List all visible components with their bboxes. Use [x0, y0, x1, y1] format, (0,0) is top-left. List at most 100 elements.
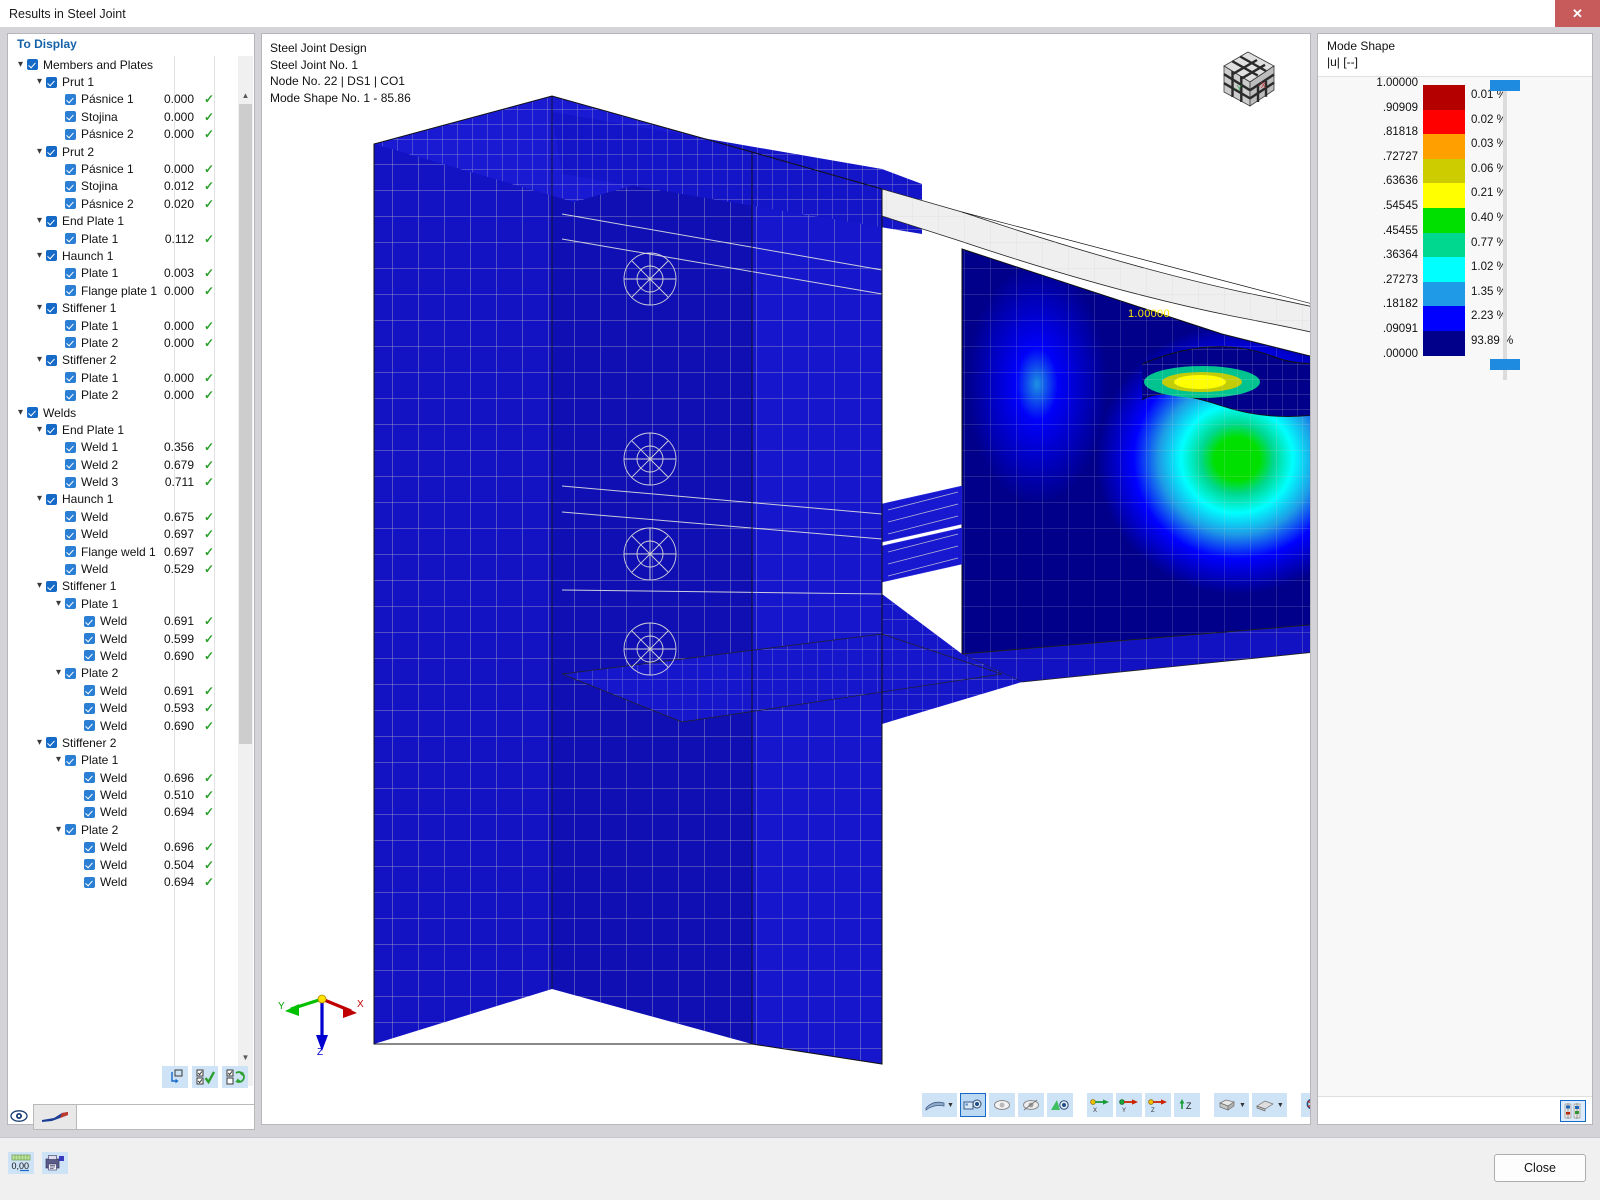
tree-row[interactable]: Plate 1 0.000 ✓ [8, 369, 236, 386]
display-wireframe-button[interactable] [988, 1093, 1015, 1117]
tree-checkbox[interactable] [84, 650, 95, 662]
tree-checkbox[interactable] [84, 772, 95, 784]
view-in-z-button[interactable]: Z [1144, 1093, 1171, 1117]
chevron-down-icon[interactable]: ▼ [1277, 1102, 1284, 1109]
legend-range-slider-lower-handle[interactable] [1490, 359, 1520, 370]
tree-row[interactable]: Pásnice 2 0.000 ✓ [8, 126, 236, 143]
decimal-places-button[interactable]: 0,00 [8, 1152, 34, 1174]
result-diagram-icon[interactable] [33, 1104, 77, 1130]
chevron-down-icon[interactable] [52, 755, 65, 765]
tree-row[interactable]: Weld 0.694 ✓ [8, 873, 236, 890]
tree-checkbox[interactable] [65, 180, 76, 192]
tree-row[interactable]: Weld 0.691 ✓ [8, 613, 236, 630]
tree-checkbox[interactable] [65, 267, 76, 279]
projection-mode-dropdown[interactable]: ▼ [1213, 1093, 1249, 1117]
tree-row[interactable]: Weld 0.599 ✓ [8, 630, 236, 647]
chevron-down-icon[interactable]: ▼ [1239, 1102, 1246, 1109]
tree-checkbox[interactable] [65, 372, 76, 384]
tree-checkbox[interactable] [84, 841, 95, 853]
tree-checkbox[interactable] [46, 580, 57, 592]
chevron-down-icon[interactable] [33, 216, 46, 226]
tree-row[interactable]: Stiffener 1 [8, 578, 236, 595]
tree-checkbox[interactable] [65, 233, 76, 245]
tree-row[interactable]: Weld 0.690 ✓ [8, 717, 236, 734]
tree-checkbox[interactable] [65, 546, 76, 558]
tree-checkbox[interactable] [65, 128, 76, 140]
tree-checkbox[interactable] [65, 598, 76, 610]
tree-checkbox[interactable] [65, 163, 76, 175]
tree-row[interactable]: Weld 0.691 ✓ [8, 682, 236, 699]
tree-checkbox[interactable] [65, 824, 76, 836]
tree-checkbox[interactable] [84, 806, 95, 818]
tree-checkbox[interactable] [46, 354, 57, 366]
tree-row[interactable]: Prut 1 [8, 73, 236, 90]
chevron-down-icon[interactable] [33, 355, 46, 365]
tree-row[interactable]: Stiffener 2 [8, 352, 236, 369]
tree-row[interactable]: Weld 0.529 ✓ [8, 560, 236, 577]
tree-row[interactable]: Plate 1 0.112 ✓ [8, 230, 236, 247]
tree-checkbox[interactable] [46, 250, 57, 262]
legend-range-slider-track[interactable] [1503, 85, 1507, 380]
chevron-down-icon[interactable] [33, 147, 46, 157]
chevron-down-icon[interactable] [33, 581, 46, 591]
reset-selection-button[interactable] [162, 1066, 188, 1088]
visibility-eye-icon[interactable] [7, 1109, 31, 1126]
tree-row[interactable]: Plate 1 0.003 ✓ [8, 265, 236, 282]
chevron-down-icon[interactable] [33, 303, 46, 313]
tree-row[interactable]: Plate 1 [8, 595, 236, 612]
tree-checkbox[interactable] [46, 493, 57, 505]
tree-row[interactable]: Weld 0.694 ✓ [8, 804, 236, 821]
perspective-mode-dropdown[interactable]: ▼ [1251, 1093, 1287, 1117]
tree-row[interactable]: Haunch 1 [8, 247, 236, 264]
tree-row[interactable]: Weld 3 0.711 ✓ [8, 473, 236, 490]
tree-row[interactable]: Weld 0.593 ✓ [8, 699, 236, 716]
chevron-down-icon[interactable] [52, 825, 65, 835]
tree-checkbox[interactable] [65, 511, 76, 523]
tree-row[interactable]: Haunch 1 [8, 491, 236, 508]
tree-row[interactable]: Stojina 0.000 ✓ [8, 108, 236, 125]
tree-row[interactable]: Stojina 0.012 ✓ [8, 178, 236, 195]
chevron-down-icon[interactable] [14, 408, 27, 418]
tree-row[interactable]: Pásnice 2 0.020 ✓ [8, 195, 236, 212]
tree-row[interactable]: End Plate 1 [8, 213, 236, 230]
chevron-down-icon[interactable] [33, 251, 46, 261]
scroll-up-icon[interactable]: ▲ [238, 88, 253, 103]
tree-row[interactable]: Members and Plates [8, 56, 236, 73]
3d-viewport[interactable]: Steel Joint Design Steel Joint No. 1 Nod… [261, 33, 1311, 1125]
tree-checkbox[interactable] [65, 285, 76, 297]
navigation-cube-icon[interactable]: -Y -X [1212, 42, 1284, 114]
tree-row[interactable]: Plate 2 0.000 ✓ [8, 386, 236, 403]
select-all-button[interactable] [192, 1066, 218, 1088]
tree-checkbox[interactable] [65, 111, 76, 123]
tree-row[interactable]: Weld 0.510 ✓ [8, 786, 236, 803]
tree-row[interactable]: Stiffener 1 [8, 299, 236, 316]
chevron-down-icon[interactable] [33, 425, 46, 435]
tree-row[interactable]: Pásnice 1 0.000 ✓ [8, 160, 236, 177]
tree-checkbox[interactable] [84, 633, 95, 645]
tree-row[interactable]: End Plate 1 [8, 421, 236, 438]
chevron-down-icon[interactable] [52, 668, 65, 678]
chevron-down-icon[interactable] [14, 60, 27, 70]
tree-row[interactable]: Plate 2 [8, 821, 236, 838]
chevron-down-icon[interactable]: ▼ [947, 1102, 954, 1109]
tree-checkbox[interactable] [65, 198, 76, 210]
legend-settings-icon[interactable] [1560, 1099, 1586, 1122]
tree-row[interactable]: Prut 2 [8, 143, 236, 160]
tree-row[interactable]: Weld 0.696 ✓ [8, 769, 236, 786]
chevron-down-icon[interactable] [33, 738, 46, 748]
chevron-down-icon[interactable] [52, 599, 65, 609]
chevron-down-icon[interactable] [33, 494, 46, 504]
tree-row[interactable]: Flange weld 1 0.697 ✓ [8, 543, 236, 560]
tree-checkbox[interactable] [65, 320, 76, 332]
tree-checkbox[interactable] [84, 615, 95, 627]
display-section-button[interactable] [1046, 1093, 1073, 1117]
tree-checkbox[interactable] [84, 789, 95, 801]
tree-checkbox[interactable] [27, 407, 38, 418]
tree-row[interactable]: Weld 0.690 ✓ [8, 647, 236, 664]
scrollbar-thumb[interactable] [239, 104, 252, 744]
scroll-down-icon[interactable]: ▼ [238, 1050, 253, 1065]
legend-range-slider-upper-handle[interactable] [1490, 80, 1520, 91]
chevron-down-icon[interactable] [33, 77, 46, 87]
view-in-x-button[interactable]: X [1086, 1093, 1113, 1117]
close-button[interactable]: Close [1494, 1154, 1586, 1182]
